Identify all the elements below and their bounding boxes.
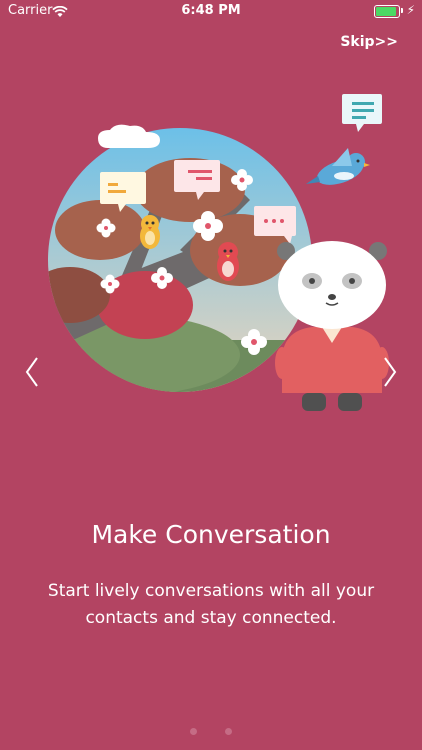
slide-description: Start lively conversations with all your… [47, 581, 375, 628]
blue-bird [306, 148, 370, 185]
page-dot-1[interactable] [190, 728, 197, 735]
skip-button[interactable]: Skip>> [340, 34, 398, 50]
cloud [98, 124, 160, 148]
status-bar: Carrier 6:48 PM ⚡ [0, 0, 422, 22]
charging-icon: ⚡ [406, 3, 415, 17]
speech-bubble-4 [342, 94, 382, 132]
battery-tip [401, 8, 403, 13]
chevron-right-icon[interactable] [382, 355, 398, 393]
chevron-left-icon[interactable] [24, 355, 40, 393]
page-dot-2[interactable] [225, 728, 232, 735]
battery-fill [376, 7, 396, 16]
status-time: 6:48 PM [181, 3, 241, 18]
yellow-bird [140, 215, 160, 249]
page-indicator [0, 720, 422, 739]
slide-title: Make Conversation [91, 520, 331, 549]
onboarding-illustration [0, 80, 422, 440]
red-bird [217, 242, 239, 281]
battery-icon [374, 5, 400, 18]
